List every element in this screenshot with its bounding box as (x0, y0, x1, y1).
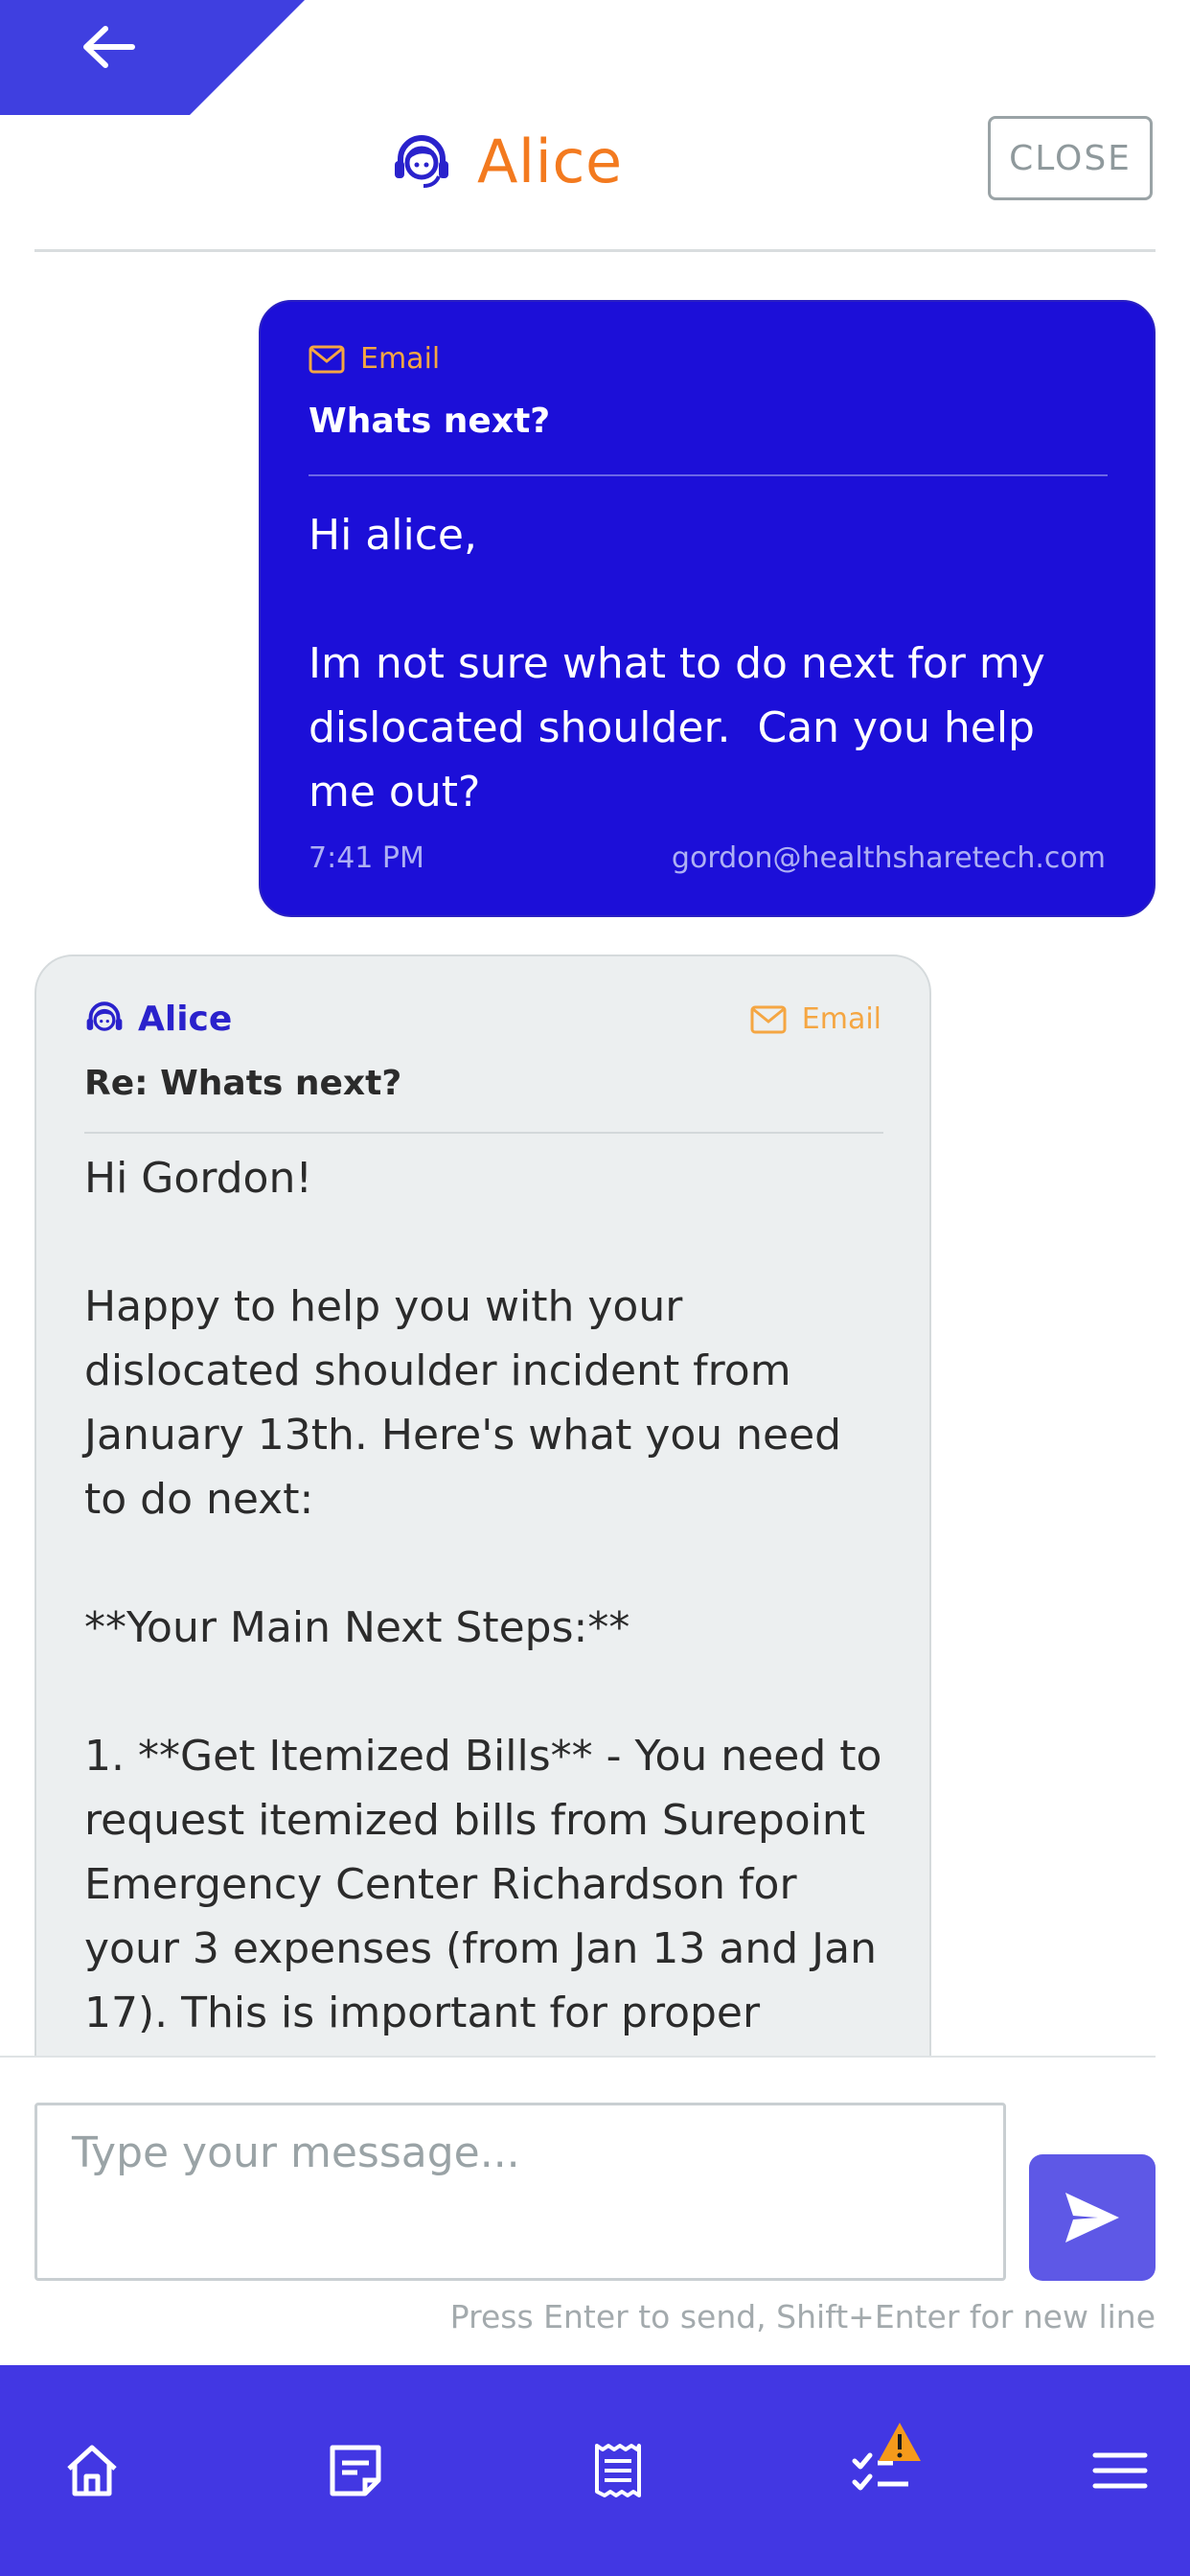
composer-hint: Press Enter to send, Shift+Enter for new… (449, 2298, 1156, 2335)
mail-icon (750, 1005, 787, 1033)
channel-label: Email (801, 1002, 881, 1036)
outgoing-message: Email Whats next? Hi alice, Im not sure … (259, 300, 1156, 917)
send-icon (1065, 2193, 1119, 2242)
nav-menu[interactable] (1058, 2365, 1182, 2576)
warning-icon (879, 2423, 921, 2461)
arrow-left-icon (83, 26, 135, 68)
agent-label: Alice (138, 999, 233, 1039)
nav-home[interactable] (30, 2365, 154, 2576)
headset-agent-icon (395, 135, 448, 188)
home-icon (67, 2445, 117, 2496)
subject-divider (309, 474, 1108, 476)
send-button[interactable] (1029, 2154, 1156, 2281)
message-subject: Re: Whats next? (84, 1064, 402, 1103)
channel-tag: Email (750, 1002, 881, 1036)
notes-icon (330, 2445, 381, 2496)
mail-icon (309, 345, 345, 373)
nav-notes[interactable] (293, 2365, 418, 2576)
channel-label: Email (360, 342, 441, 376)
incoming-message: Alice Email Re: Whats next? Hi Gordon! H… (34, 954, 931, 2056)
agent-name: Alice (477, 126, 623, 196)
channel-tag: Email (309, 342, 440, 376)
agent-tag: Alice (84, 999, 232, 1039)
message-list[interactable]: Email Whats next? Hi alice, Im not sure … (0, 252, 1190, 2056)
headset-agent-icon (86, 1001, 123, 1031)
menu-icon (1092, 2452, 1148, 2489)
message-input[interactable] (34, 2103, 1006, 2281)
message-body: Hi alice, Im not sure what to do next fo… (309, 511, 1045, 816)
nav-receipts[interactable] (556, 2365, 680, 2576)
bottom-nav (0, 2365, 1190, 2576)
subject-divider (84, 1132, 883, 1134)
composer-divider (0, 2056, 1156, 2058)
receipt-icon (595, 2444, 641, 2497)
close-button[interactable]: CLOSE (988, 116, 1153, 200)
message-subject: Whats next? (309, 402, 551, 441)
agent-header: Alice (391, 115, 623, 207)
message-body: Hi Gordon! Happy to help you with your d… (84, 1154, 882, 2037)
nav-tasks[interactable] (819, 2365, 944, 2576)
back-button[interactable] (0, 0, 305, 115)
message-time: 7:41 PM (309, 841, 424, 875)
sender-email: gordon@healthsharetech.com (671, 841, 1106, 875)
